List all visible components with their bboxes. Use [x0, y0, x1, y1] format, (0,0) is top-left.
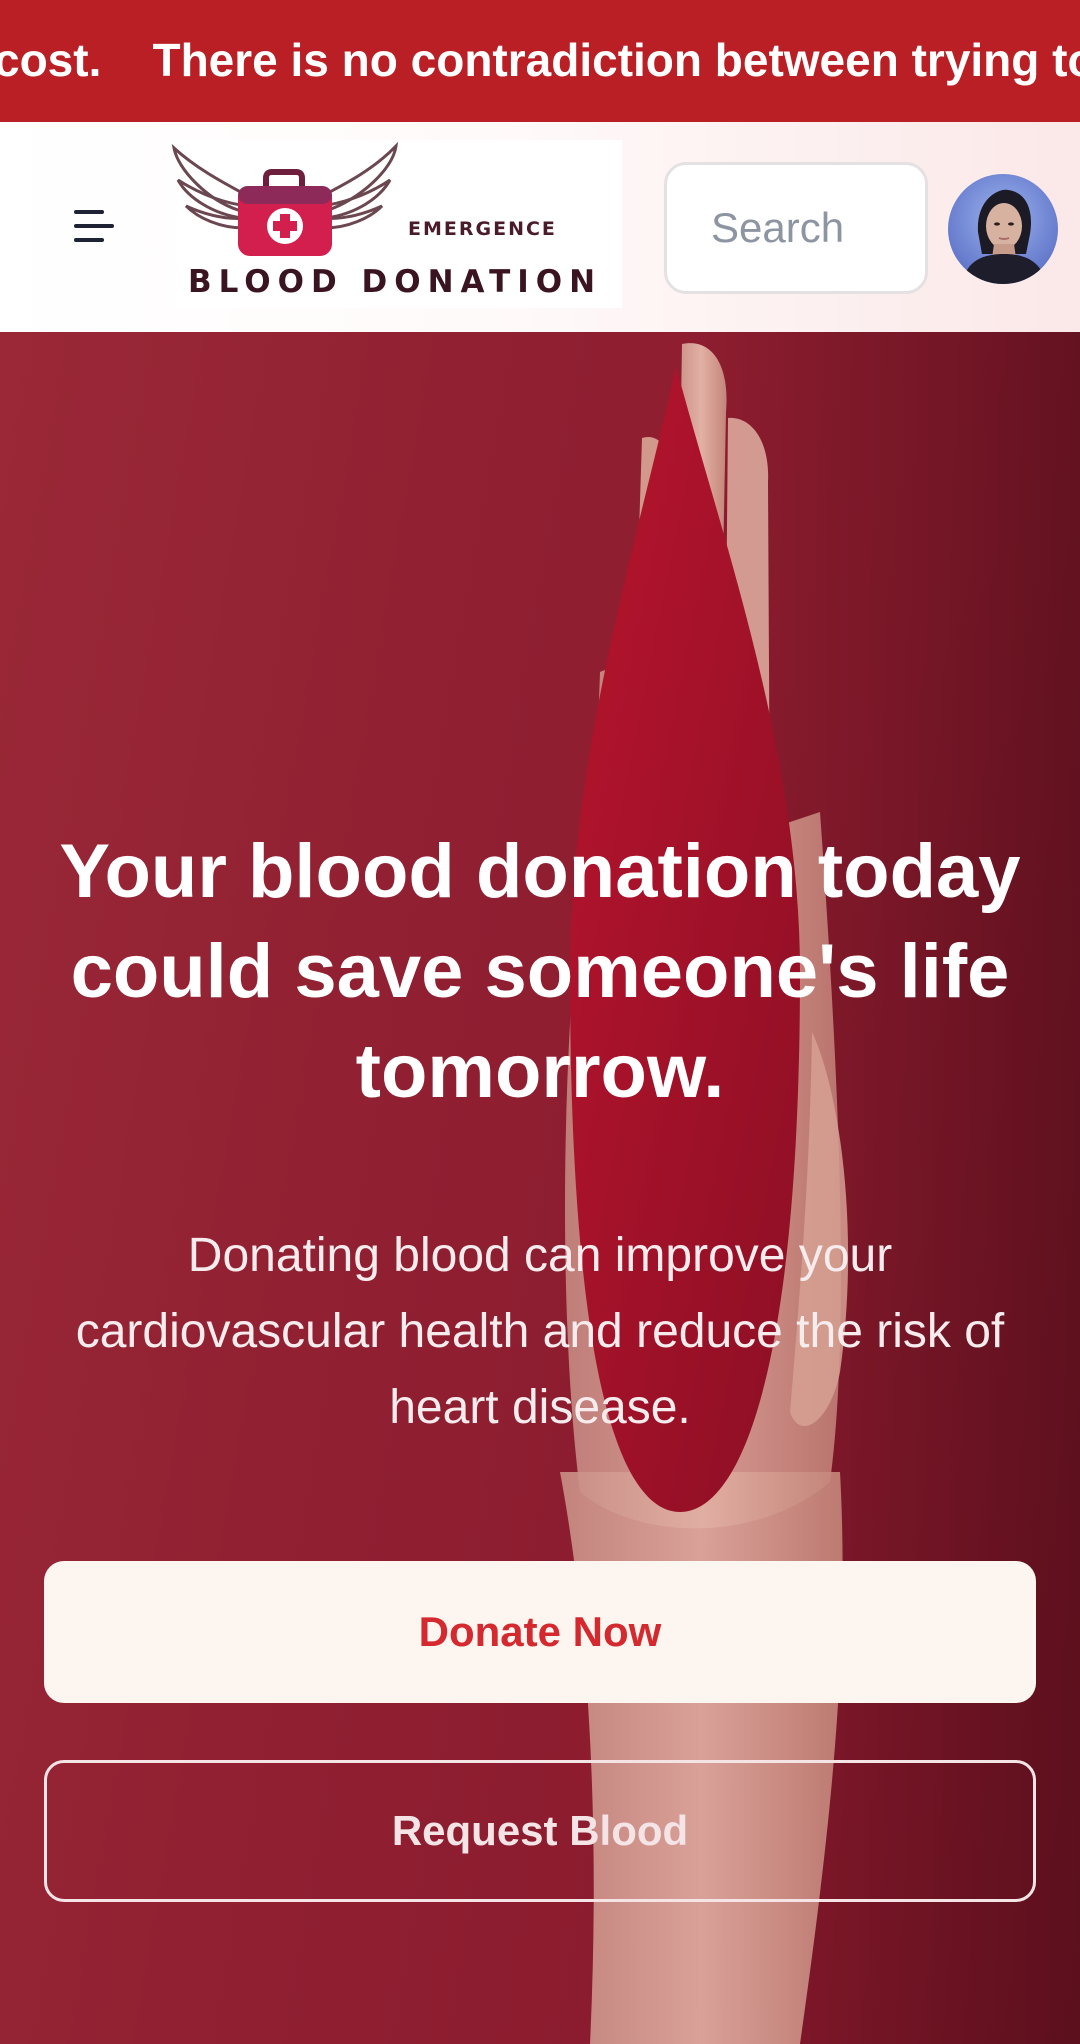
site-logo[interactable]: EMERGENCE BLOOD DONATION [168, 140, 622, 308]
user-avatar[interactable] [948, 174, 1058, 284]
donate-now-button[interactable]: Donate Now [44, 1561, 1036, 1703]
hero-section: Your blood donation today could save som… [0, 332, 1080, 2044]
hero-subtitle: Donating blood can improve your cardiova… [75, 1229, 1005, 1434]
hero-title: Your blood donation today could save som… [59, 829, 1021, 1114]
request-blood-button[interactable]: Request Blood [44, 1760, 1036, 1902]
logo-top-text: EMERGENCE [408, 218, 557, 240]
logo-bottom-text: BLOOD DONATION [188, 264, 603, 300]
announcement-marquee: cost. There is no contradiction between … [0, 0, 1080, 122]
search-input[interactable] [664, 162, 928, 294]
menu-icon[interactable] [64, 200, 124, 250]
marquee-text: cost. There is no contradiction between … [0, 34, 1080, 86]
site-header: EMERGENCE BLOOD DONATION [0, 122, 1080, 332]
